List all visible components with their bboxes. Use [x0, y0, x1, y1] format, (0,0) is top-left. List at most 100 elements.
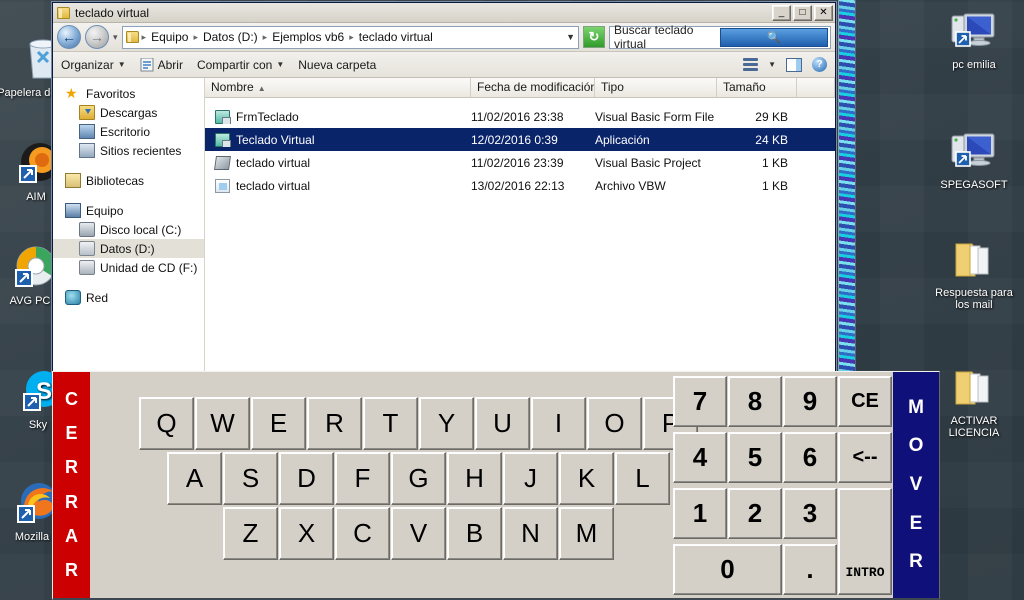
minimize-button[interactable]: _ — [772, 4, 791, 21]
key-5[interactable]: 5 — [728, 432, 782, 483]
desktop-icon-activar-licencia[interactable]: ACTIVAR LICENCIA — [930, 364, 1018, 439]
cerrar-char: C — [65, 389, 78, 410]
key-N[interactable]: N — [503, 507, 558, 560]
key-9[interactable]: 9 — [783, 376, 837, 427]
table-row[interactable]: FrmTeclado 11/02/2016 23:38 Visual Basic… — [205, 105, 835, 128]
sidebar-item-unidad-de-cd-f[interactable]: Unidad de CD (F:) — [53, 258, 204, 277]
column-header-tipo[interactable]: Tipo — [595, 78, 717, 97]
title-bar[interactable]: teclado virtual _ □ ✕ — [53, 3, 835, 23]
mover-button[interactable]: M O V E R — [893, 372, 939, 598]
desktop-icon-label: SPEGASOFT — [940, 179, 1008, 191]
key-backspace[interactable]: <-- — [838, 432, 892, 483]
key-Q[interactable]: Q — [139, 397, 194, 450]
chevron-down-icon[interactable]: ▼ — [566, 32, 575, 42]
forward-button[interactable]: → — [85, 25, 109, 49]
key-6[interactable]: 6 — [783, 432, 837, 483]
sidebar-item-red[interactable]: Red — [53, 288, 204, 307]
key-A[interactable]: A — [167, 452, 222, 505]
share-button[interactable]: Compartir con ▼ — [197, 58, 284, 72]
key-H[interactable]: H — [447, 452, 502, 505]
breadcrumb-item-equipo[interactable]: Equipo — [149, 30, 190, 44]
key-decimal[interactable]: . — [783, 544, 837, 595]
key-M[interactable]: M — [559, 507, 614, 560]
key-L[interactable]: L — [615, 452, 670, 505]
sidebar-item-bibliotecas[interactable]: Bibliotecas — [53, 171, 204, 190]
table-row[interactable]: Teclado Virtual 12/02/2016 0:39 Aplicaci… — [205, 128, 835, 151]
key-W[interactable]: W — [195, 397, 250, 450]
close-button[interactable]: ✕ — [814, 4, 833, 21]
table-row[interactable]: teclado virtual 11/02/2016 23:39 Visual … — [205, 151, 835, 174]
sidebar-item-favoritos[interactable]: ★ Favoritos — [53, 84, 204, 103]
key-8[interactable]: 8 — [728, 376, 782, 427]
key-E[interactable]: E — [251, 397, 306, 450]
desktop-icon-label: pc emilia — [952, 59, 996, 71]
file-rows: FrmTeclado 11/02/2016 23:38 Visual Basic… — [205, 98, 835, 371]
open-button[interactable]: Abrir — [140, 57, 183, 72]
column-header-fecha[interactable]: Fecha de modificación — [471, 78, 595, 97]
key-U[interactable]: U — [475, 397, 530, 450]
sidebar-item-disco-local-c[interactable]: Disco local (C:) — [53, 220, 204, 239]
key-Y[interactable]: Y — [419, 397, 474, 450]
file-size-cell: 29 KB — [755, 109, 788, 124]
file-list: Nombre ▲ Fecha de modificación Tipo Tamañ… — [205, 78, 835, 371]
key-C[interactable]: C — [335, 507, 390, 560]
key-7[interactable]: 7 — [673, 376, 727, 427]
key-4[interactable]: 4 — [673, 432, 727, 483]
chevron-down-icon: ▼ — [117, 60, 126, 69]
refresh-icon[interactable]: ↻ — [583, 26, 605, 48]
table-row[interactable]: teclado virtual 13/02/2016 22:13 Archivo… — [205, 174, 835, 197]
key-G[interactable]: G — [391, 452, 446, 505]
preview-pane-icon[interactable] — [786, 57, 802, 72]
key-K[interactable]: K — [559, 452, 614, 505]
key-J[interactable]: J — [503, 452, 558, 505]
navigation-pane: ★ Favoritos Descargas Escritorio Sitios … — [53, 78, 205, 371]
sidebar-item-label: Disco local (C:) — [100, 222, 182, 237]
search-icon[interactable]: 🔍 — [720, 27, 828, 47]
key-R[interactable]: R — [307, 397, 362, 450]
key-X[interactable]: X — [279, 507, 334, 560]
sidebar-item-descargas[interactable]: Descargas — [53, 103, 204, 122]
key-I[interactable]: I — [531, 397, 586, 450]
desktop-icon-pc-emilia[interactable]: pc emilia — [930, 8, 1018, 71]
organize-button[interactable]: Organizar ▼ — [61, 58, 126, 72]
computer-icon — [65, 203, 81, 218]
cerrar-char: R — [65, 457, 78, 478]
key-ce[interactable]: CE — [838, 376, 892, 427]
address-bar[interactable]: ▸ Equipo ▸ Datos (D:) ▸ Ejemplos vb6 ▸ t… — [121, 25, 579, 49]
sidebar-item-datos-d[interactable]: Datos (D:) — [53, 239, 204, 258]
key-S[interactable]: S — [223, 452, 278, 505]
breadcrumb-item-ejemplos-vb6[interactable]: Ejemplos vb6 — [270, 30, 346, 44]
maximize-button[interactable]: □ — [793, 4, 812, 21]
key-2[interactable]: 2 — [728, 488, 782, 539]
view-list-icon[interactable] — [743, 58, 759, 71]
key-O[interactable]: O — [587, 397, 642, 450]
breadcrumb-item-teclado-virtual[interactable]: teclado virtual — [357, 30, 435, 44]
key-F[interactable]: F — [335, 452, 390, 505]
column-header-nombre[interactable]: Nombre ▲ — [205, 78, 471, 97]
sidebar-item-escritorio[interactable]: Escritorio — [53, 122, 204, 141]
key-3[interactable]: 3 — [783, 488, 837, 539]
key-1[interactable]: 1 — [673, 488, 727, 539]
desktop-icon-respuesta-mail[interactable]: Respuesta para los mail — [930, 236, 1018, 311]
key-Z[interactable]: Z — [223, 507, 278, 560]
column-header-tamano[interactable]: Tamaño — [717, 78, 797, 97]
sidebar-item-sitios-recientes[interactable]: Sitios recientes — [53, 141, 204, 160]
sidebar-item-label: Bibliotecas — [86, 173, 145, 188]
key-T[interactable]: T — [363, 397, 418, 450]
folder-icon — [57, 6, 70, 19]
back-button[interactable]: ← — [57, 25, 81, 49]
breadcrumb-item-datos-d[interactable]: Datos (D:) — [201, 30, 260, 44]
key-D[interactable]: D — [279, 452, 334, 505]
help-icon[interactable]: ? — [812, 57, 827, 72]
key-B[interactable]: B — [447, 507, 502, 560]
key-V[interactable]: V — [391, 507, 446, 560]
desktop-icon-spegasoft[interactable]: SPEGASOFT — [930, 128, 1018, 191]
sidebar-item-equipo[interactable]: Equipo — [53, 201, 204, 220]
key-0[interactable]: 0 — [673, 544, 782, 595]
search-input[interactable]: Buscar teclado virtual 🔍 — [609, 23, 831, 51]
recent-pages-dropdown-icon[interactable]: ▾ — [113, 32, 118, 43]
chevron-down-icon[interactable]: ▼ — [768, 60, 776, 69]
new-folder-button[interactable]: Nueva carpeta — [298, 58, 376, 72]
key-intro[interactable]: INTRO — [838, 488, 892, 595]
cerrar-button[interactable]: C E R R A R — [53, 372, 90, 598]
